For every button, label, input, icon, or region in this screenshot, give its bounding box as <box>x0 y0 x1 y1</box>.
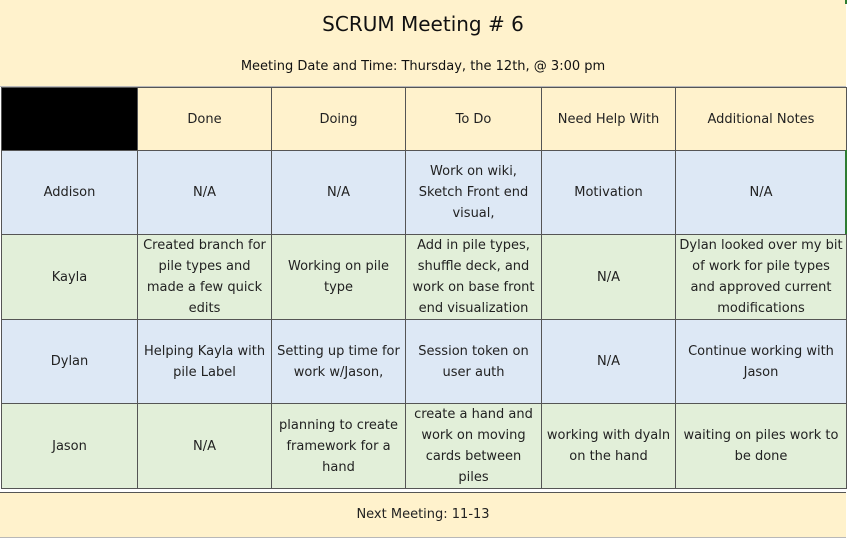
member-name[interactable]: Kayla <box>1 234 138 320</box>
notes-cell[interactable]: Continue working with Jason <box>675 319 847 404</box>
notes-cell[interactable]: waiting on piles work to be done <box>675 403 847 489</box>
done-cell[interactable]: N/A <box>137 403 272 489</box>
todo-cell[interactable]: create a hand and work on moving cards b… <box>405 403 542 489</box>
member-name[interactable]: Addison <box>1 150 138 235</box>
header-todo[interactable]: To Do <box>405 87 542 151</box>
title-block: SCRUM Meeting # 6 Meeting Date and Time:… <box>0 0 846 87</box>
header-need-help[interactable]: Need Help With <box>541 87 676 151</box>
table-row: Jason N/A planning to create framework f… <box>1 403 847 489</box>
doing-cell[interactable]: N/A <box>271 150 406 235</box>
corner-cell[interactable] <box>1 87 138 151</box>
done-cell[interactable]: N/A <box>137 150 272 235</box>
need-help-cell[interactable]: Motivation <box>541 150 676 235</box>
doing-cell[interactable]: Working on pile type <box>271 234 406 320</box>
done-cell[interactable]: Created branch for pile types and made a… <box>137 234 272 320</box>
member-name[interactable]: Dylan <box>1 319 138 404</box>
header-row: Done Doing To Do Need Help With Addition… <box>1 87 847 151</box>
meeting-date-time: Meeting Date and Time: Thursday, the 12t… <box>240 59 606 74</box>
header-done[interactable]: Done <box>137 87 272 151</box>
need-help-cell[interactable]: working with dyaln on the hand <box>541 403 676 489</box>
next-meeting[interactable]: Next Meeting: 11-13 <box>0 507 846 522</box>
member-name[interactable]: Jason <box>1 403 138 489</box>
doing-cell[interactable]: planning to create framework for a hand <box>271 403 406 489</box>
done-cell[interactable]: Helping Kayla with pile Label <box>137 319 272 404</box>
scrum-sheet: SCRUM Meeting # 6 Meeting Date and Time:… <box>0 0 847 538</box>
todo-cell[interactable]: Session token on user auth <box>405 319 542 404</box>
header-additional-notes[interactable]: Additional Notes <box>675 87 847 151</box>
notes-cell[interactable]: Dylan looked over my bit of work for pil… <box>675 234 847 320</box>
table-row: Kayla Created branch for pile types and … <box>1 234 847 320</box>
todo-cell[interactable]: Add in pile types, shuffle deck, and wor… <box>405 234 542 320</box>
need-help-cell[interactable]: N/A <box>541 319 676 404</box>
table-row: Addison N/A N/A Work on wiki, Sketch Fro… <box>1 150 847 235</box>
todo-cell[interactable]: Work on wiki, Sketch Front end visual, <box>405 150 542 235</box>
header-doing[interactable]: Doing <box>271 87 406 151</box>
table-row: Dylan Helping Kayla with pile Label Sett… <box>1 319 847 404</box>
doing-cell[interactable]: Setting up time for work w/Jason, <box>271 319 406 404</box>
page-title: SCRUM Meeting # 6 <box>322 12 524 36</box>
footer-bar: Next Meeting: 11-13 <box>0 492 846 538</box>
need-help-cell[interactable]: N/A <box>541 234 676 320</box>
scrum-table: Done Doing To Do Need Help With Addition… <box>1 87 847 489</box>
notes-cell[interactable]: N/A <box>675 150 847 235</box>
